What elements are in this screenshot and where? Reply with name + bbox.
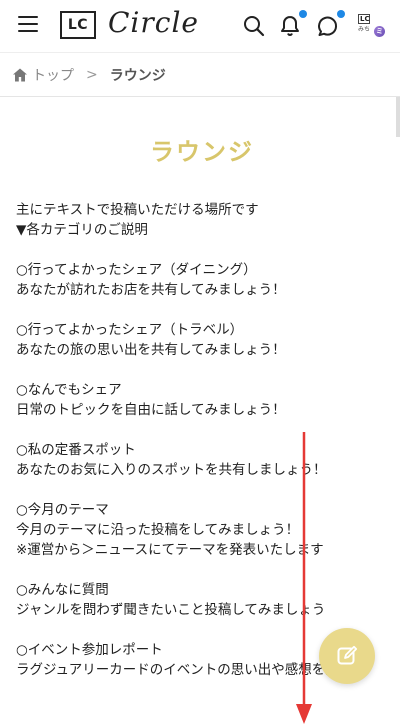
message-dot [337,10,345,18]
paragraph-anything: ○なんでもシェア 日常のトピックを自由に話してみましょう！ [16,380,388,420]
main-content: ラウンジ 主にテキストで投稿いただける場所です ▼各カテゴリのご説明 ○行ってよ… [16,97,388,700]
text-line: あなたの旅の思い出を共有してみましょう！ [16,342,286,358]
logo-text[interactable]: Circle [108,6,199,39]
paragraph-travel: ○行ってよかったシェア（トラベル） あなたの旅の思い出を共有してみましょう！ [16,320,388,360]
text-line: あなたが訪れたお店を共有してみましょう！ [16,282,286,298]
text-line: ▼各カテゴリのご説明 [16,222,148,238]
text-line: ○今月のテーマ [16,502,109,518]
logo-mark[interactable]: LC [60,11,96,39]
avatar-rank-badge: ミ [374,26,385,37]
text-line: ○私の定番スポット [16,442,136,458]
text-line: ○なんでもシェア [16,382,122,398]
page: LC Circle LC みち ミ トップ > ラウンジ ラウンジ 主にテキスト… [0,0,400,724]
scroll-down-arrow [296,432,312,724]
paragraph-intro: 主にテキストで投稿いただける場所です ▼各カテゴリのご説明 [16,200,388,240]
breadcrumb-separator: > [86,66,98,83]
text-line: ○みんなに質問 [16,582,109,598]
avatar[interactable]: LC みち ミ [358,14,385,40]
bell-icon[interactable] [278,10,307,38]
breadcrumb-top-link[interactable]: トップ [32,65,74,85]
paragraph-spot: ○私の定番スポット あなたのお気に入りのスポットを共有しましょう！ [16,440,388,480]
edit-icon [337,645,358,665]
paragraph-monthly-theme: ○今月のテーマ 今月のテーマに沿った投稿をしてみましょう！ ※運営から＞ニュース… [16,500,388,560]
paragraph-question: ○みんなに質問 ジャンルを問わず聞きたいこと投稿してみましょう [16,580,388,620]
text-line: ジャンルを問わず聞きたいこと投稿してみましょう [16,602,326,618]
new-post-button[interactable] [319,628,375,684]
text-line: 今月のテーマに沿った投稿をしてみましょう！ [16,522,300,538]
top-header: LC Circle LC みち ミ [0,0,400,53]
text-line: ※運営から＞ニュースにてテーマを発表いたします [16,542,324,558]
text-line: 日常のトピックを自由に話してみましょう！ [16,402,286,418]
avatar-initials: LC [358,14,370,24]
chat-icon[interactable] [316,10,345,38]
breadcrumb-current: ラウンジ [109,67,166,84]
paragraph-dining: ○行ってよかったシェア（ダイニング） あなたが訪れたお店を共有してみましょう！ [16,260,388,300]
notification-dot [299,10,307,18]
breadcrumb: トップ > ラウンジ [0,53,400,97]
text-line: 主にテキストで投稿いただける場所です [16,202,259,218]
search-icon[interactable] [242,14,266,38]
page-title: ラウンジ [150,138,254,166]
scrollbar[interactable] [396,97,400,137]
description-text: 主にテキストで投稿いただける場所です ▼各カテゴリのご説明 ○行ってよかったシェ… [16,200,388,680]
home-icon[interactable] [12,67,28,83]
menu-icon[interactable] [18,16,38,34]
text-line: あなたのお気に入りのスポットを共有しましょう！ [16,462,327,478]
text-line: ○行ってよかったシェア（ダイニング） [16,262,257,278]
text-line: ○行ってよかったシェア（トラベル） [16,322,244,338]
